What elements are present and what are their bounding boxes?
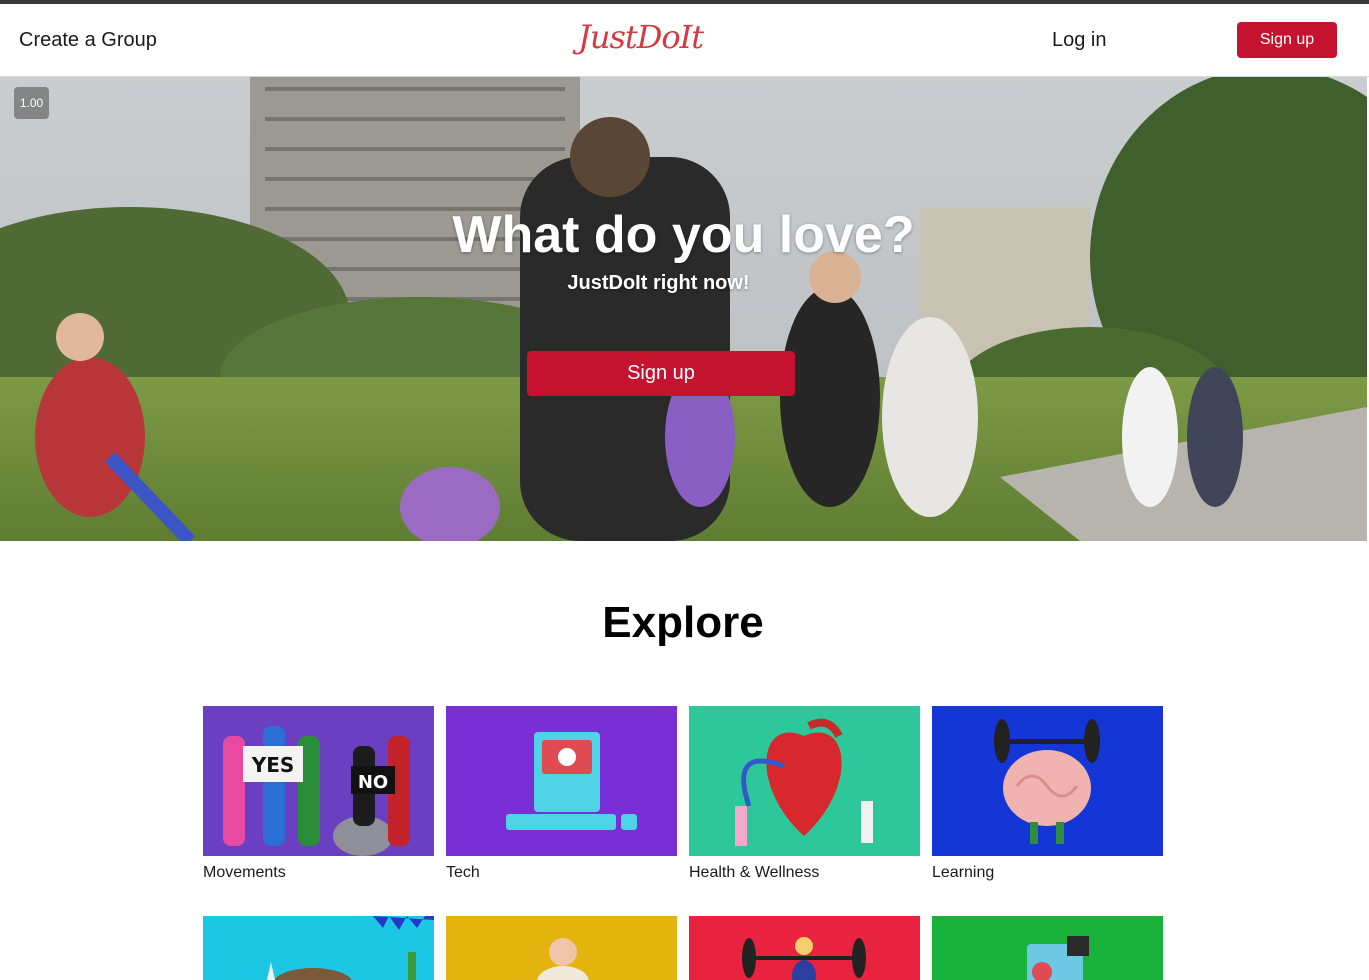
category-card-health-wellness[interactable]: Health & Wellness [689,706,920,882]
category-image-photography [932,916,1163,980]
hero-signup-button[interactable]: Sign up [527,351,795,396]
movements-image: YES NO [203,706,434,856]
category-card-row2-3[interactable] [689,916,920,980]
login-link[interactable]: Log in [1052,29,1107,52]
category-label: Tech [446,864,480,881]
explore-heading: Explore [602,598,764,647]
hero-video[interactable]: 1.00 What do you love? JustDoIt right no… [0,77,1367,541]
category-card-row2-1[interactable] [203,916,434,980]
health-wellness-image [689,706,920,856]
learning-image [932,706,1163,856]
create-group-link[interactable]: Create a Group [19,29,157,52]
category-card-tech[interactable]: Tech [446,706,677,882]
category-image-family [446,916,677,980]
category-card-row2-4[interactable] [932,916,1163,980]
category-card-learning[interactable]: Learning [932,706,1163,882]
category-label: Health & Wellness [689,864,820,881]
category-card-row2-2[interactable] [446,916,677,980]
category-label: Movements [203,864,286,881]
hero-background-image [0,77,1367,541]
justdoit-logo[interactable]: JustDoIt [578,18,704,56]
svg-text:NO: NO [358,772,388,793]
top-navbar: Create a Group JustDoIt Log in Sign up [0,4,1369,77]
playback-speed-badge[interactable]: 1.00 [14,87,49,119]
category-image-outdoors [203,916,434,980]
tech-image [446,706,677,856]
svg-text:YES: YES [251,753,295,777]
category-card-movements[interactable]: YES NO Movements [203,706,434,882]
hero-subtitle: JustDoIt right now! [567,272,750,294]
category-image-fitness [689,916,920,980]
hero-title: What do you love? [452,206,915,264]
header-signup-button[interactable]: Sign up [1237,22,1337,58]
category-label: Learning [932,864,995,881]
